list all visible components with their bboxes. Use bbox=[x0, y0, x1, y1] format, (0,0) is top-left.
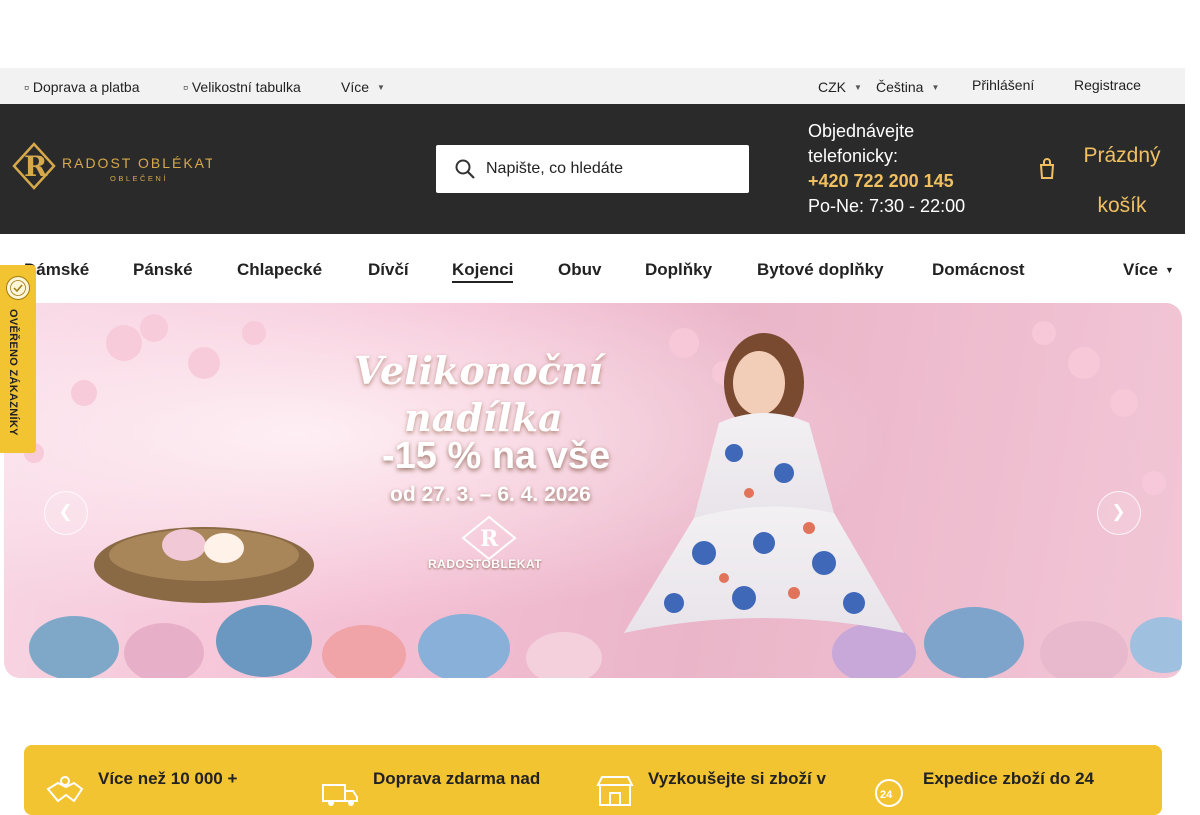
svg-text:R: R bbox=[480, 526, 499, 552]
login-link[interactable]: Přihlášení bbox=[972, 77, 1034, 93]
benefit-free-shipping: Doprava zdarma nad bbox=[319, 745, 579, 815]
store-icon bbox=[596, 776, 634, 806]
nav-item-doplnky[interactable]: Doplňky bbox=[645, 260, 712, 280]
24h-clock-icon: 24 bbox=[875, 779, 903, 807]
register-link[interactable]: Registrace bbox=[1074, 77, 1141, 93]
benefit-try-in-store: Vyzkoušejte si zboží v bbox=[594, 745, 854, 815]
more-menu[interactable]: Více ▼ bbox=[341, 79, 385, 95]
chevron-down-icon: ▼ bbox=[931, 83, 940, 92]
nav-item-divci[interactable]: Dívčí bbox=[368, 260, 409, 280]
seal-icon bbox=[6, 276, 30, 300]
main-navigation: Dámské Pánské Chlapecké Dívčí Kojenci Ob… bbox=[0, 234, 1185, 303]
benefits-strip: Více než 10 000 + Doprava zdarma nad Vyz… bbox=[24, 745, 1162, 815]
verified-by-customers-badge[interactable]: OVĚŘENO ZÁKAZNÍKY bbox=[0, 265, 36, 453]
badge-text: OVĚŘENO ZÁKAZNÍKY bbox=[7, 309, 19, 436]
svg-text:R: R bbox=[24, 150, 48, 183]
svg-text:24: 24 bbox=[880, 789, 893, 801]
truck-icon: ▫ bbox=[24, 79, 29, 95]
svg-text:OBLEČENÍ: OBLEČENÍ bbox=[110, 174, 168, 183]
slider-prev-button[interactable]: ❮ bbox=[44, 491, 88, 535]
phone-contact: Objednávejte telefonicky: +420 722 200 1… bbox=[808, 119, 1008, 219]
banner-title-line2: nadílka bbox=[404, 395, 563, 440]
search-icon[interactable] bbox=[454, 158, 476, 180]
svg-text:RADOST OBLÉKAT: RADOST OBLÉKAT bbox=[62, 155, 212, 171]
top-utility-bar: ▫ Doprava a platba ▫ Velikostní tabulka … bbox=[0, 68, 1185, 104]
hero-banner[interactable]: Velikonoční nadílka -15 % na vše od 27. … bbox=[4, 303, 1182, 678]
benefit-text: Vyzkoušejte si zboží v bbox=[648, 769, 826, 788]
nav-item-panske[interactable]: Pánské bbox=[133, 260, 193, 280]
delivery-truck-icon bbox=[322, 784, 358, 806]
site-header: R RADOST OBLÉKAT OBLEČENÍ Objednávejte t… bbox=[0, 104, 1185, 234]
nav-item-chlapecke[interactable]: Chlapecké bbox=[237, 260, 322, 280]
benefit-text: Více než 10 000 + bbox=[98, 769, 238, 788]
chevron-down-icon: ▼ bbox=[854, 83, 862, 92]
phone-hours: Po-Ne: 7:30 - 22:00 bbox=[808, 196, 966, 216]
size-table-link[interactable]: ▫ Velikostní tabulka bbox=[183, 79, 301, 95]
phone-number[interactable]: +420 722 200 145 bbox=[808, 169, 1008, 194]
chevron-right-icon: ❯ bbox=[1111, 502, 1126, 521]
search-box bbox=[436, 145, 749, 193]
currency-select[interactable]: CZK ▼ bbox=[818, 79, 862, 95]
benefit-customers: Více než 10 000 + bbox=[44, 745, 304, 815]
banner-title-line1: Velikonoční bbox=[354, 348, 603, 393]
banner-brand: RADOSTOBLEKAT bbox=[428, 557, 543, 571]
benefit-text: Doprava zdarma nad bbox=[373, 769, 541, 788]
banner-dates: od 27. 3. – 6. 4. 2026 bbox=[390, 483, 591, 506]
slider-next-button[interactable]: ❯ bbox=[1097, 491, 1141, 535]
search-input[interactable] bbox=[486, 145, 741, 193]
nav-item-domacnost[interactable]: Domácnost bbox=[932, 260, 1025, 280]
brand-logo-icon: R bbox=[461, 515, 517, 561]
phone-intro: Objednávejte telefonicky: bbox=[808, 121, 915, 166]
language-select[interactable]: Čeština ▼ bbox=[876, 79, 939, 95]
chevron-down-icon: ▼ bbox=[377, 83, 385, 92]
benefit-text: Expedice zboží do 24 bbox=[923, 769, 1094, 788]
ruler-icon: ▫ bbox=[183, 79, 188, 95]
site-logo[interactable]: R RADOST OBLÉKAT OBLEČENÍ bbox=[10, 140, 214, 192]
shipping-link[interactable]: ▫ Doprava a platba bbox=[24, 79, 140, 95]
handshake-icon bbox=[46, 776, 84, 803]
nav-more-menu[interactable]: Více ▼ bbox=[1123, 260, 1174, 280]
chevron-left-icon: ❮ bbox=[58, 502, 73, 521]
nav-item-bytove-doplnky[interactable]: Bytové doplňky bbox=[757, 260, 884, 280]
nav-item-kojenci[interactable]: Kojenci bbox=[452, 260, 514, 283]
benefit-dispatch-24h: 24 Expedice zboží do 24 bbox=[869, 745, 1149, 815]
nav-item-obuv[interactable]: Obuv bbox=[558, 260, 601, 280]
chevron-down-icon: ▼ bbox=[1164, 265, 1174, 275]
cart-button[interactable]: Prázdný košík bbox=[1070, 131, 1174, 231]
banner-promo: -15 % na vše bbox=[382, 435, 611, 477]
cart-icon[interactable] bbox=[1038, 158, 1056, 180]
